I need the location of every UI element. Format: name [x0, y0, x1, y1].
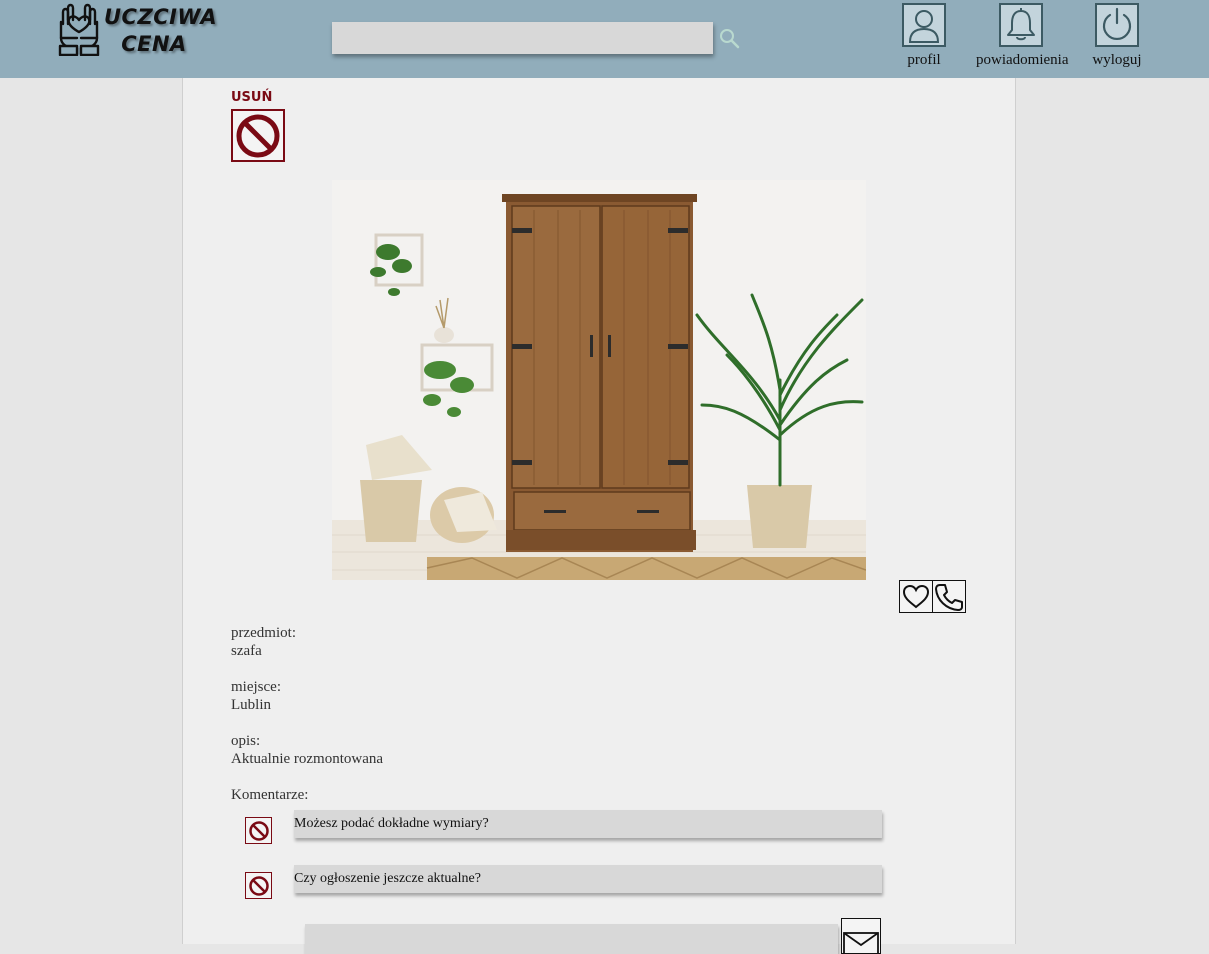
delete-comment-button[interactable] — [245, 872, 272, 899]
phone-icon — [935, 583, 963, 611]
logo-text: UCZCIWA CENA — [104, 4, 218, 58]
product-photo — [332, 180, 866, 580]
send-comment-button[interactable] — [841, 918, 881, 954]
prohibited-icon — [236, 114, 280, 157]
nav-profile[interactable]: profil — [879, 3, 969, 68]
bell-icon — [1007, 8, 1035, 41]
logo[interactable]: UCZCIWA CENA — [57, 2, 218, 62]
comment-item: Czy ogłoszenie jeszcze aktualne? — [294, 865, 882, 893]
delete-listing-button[interactable] — [231, 109, 285, 162]
item-value: szafa — [231, 643, 262, 659]
listing-panel: USUŃ przedmiot: szafa miejsce: Lublin op… — [182, 78, 1016, 954]
top-bar: UCZCIWA CENA profil powiadomienia wylogu… — [0, 0, 1209, 78]
item-field: przedmiot: szafa — [231, 624, 296, 660]
description-label: opis: — [231, 733, 261, 749]
search-input[interactable] — [332, 22, 713, 54]
heart-icon — [902, 584, 930, 608]
delete-comment-button[interactable] — [245, 817, 272, 844]
envelope-icon — [843, 932, 879, 953]
place-value: Lublin — [231, 697, 271, 713]
nav-label-profile: profil — [907, 52, 941, 68]
new-comment-input[interactable] — [305, 924, 838, 954]
nav-label-notifications: powiadomienia — [976, 52, 1069, 68]
call-button[interactable] — [932, 580, 966, 613]
delete-label: USUŃ — [231, 90, 273, 105]
logout-button[interactable] — [1095, 3, 1139, 47]
description-field: opis: Aktualnie rozmontowana — [231, 732, 383, 768]
logo-line-2: CENA — [121, 32, 187, 56]
notifications-button[interactable] — [999, 3, 1043, 47]
place-field: miejsce: Lublin — [231, 678, 281, 714]
comments-heading: Komentarze: — [231, 787, 309, 803]
profile-button[interactable] — [902, 3, 946, 47]
hands-heart-icon — [58, 3, 100, 56]
place-label: miejsce: — [231, 679, 281, 695]
description-value: Aktualnie rozmontowana — [231, 751, 384, 767]
logo-line-1: UCZCIWA — [104, 5, 218, 29]
comment-item: Możesz podać dokładne wymiary? — [294, 810, 882, 838]
favorite-button[interactable] — [899, 580, 933, 613]
power-icon — [1102, 7, 1132, 40]
item-label: przedmiot: — [231, 625, 296, 641]
nav-notifications[interactable]: powiadomienia — [976, 3, 1069, 68]
search-icon[interactable] — [718, 27, 740, 49]
nav-logout[interactable]: wyloguj — [1072, 3, 1162, 68]
prohibited-icon — [248, 820, 269, 841]
prohibited-icon — [248, 875, 269, 896]
user-icon — [908, 10, 940, 43]
nav-label-logout: wyloguj — [1092, 52, 1142, 68]
